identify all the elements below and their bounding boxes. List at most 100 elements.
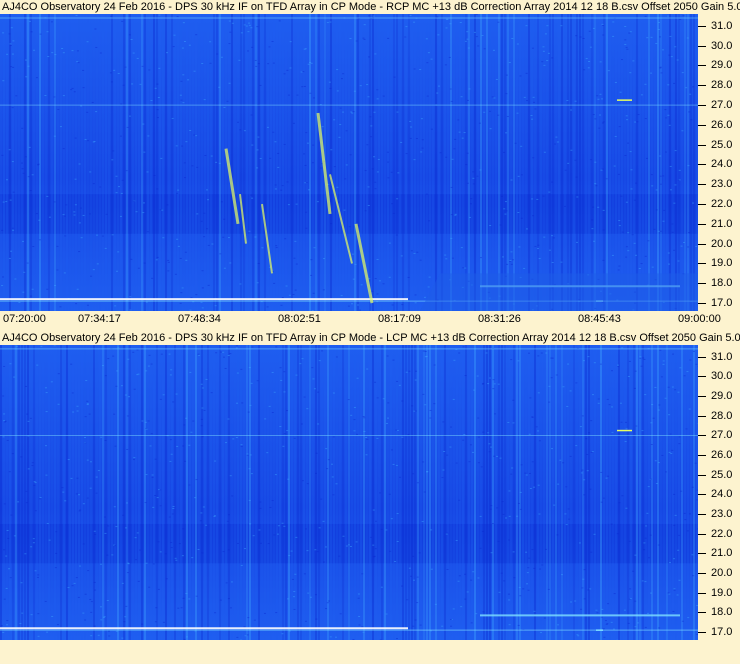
noise-speckle — [2, 201, 5, 203]
x-tick-label: 07:48:34 — [178, 313, 221, 325]
noise-speckle — [588, 30, 591, 32]
noise-speckle — [78, 494, 81, 496]
noise-speckle — [20, 582, 23, 584]
noise-speckle — [89, 598, 92, 600]
noise-speckle — [175, 559, 178, 561]
noise-speckle — [71, 87, 74, 89]
noise-column — [345, 345, 347, 640]
noise-speckle — [493, 49, 496, 51]
noise-column — [402, 14, 404, 311]
noise-speckle — [395, 234, 398, 236]
noise-speckle — [621, 495, 624, 497]
noise-speckle — [335, 356, 338, 358]
noise-speckle — [84, 437, 87, 439]
noise-speckle — [151, 277, 154, 279]
noise-column — [171, 345, 173, 640]
noise-speckle — [524, 472, 527, 474]
noise-speckle — [413, 252, 416, 254]
noise-speckle — [445, 258, 448, 260]
noise-speckle — [312, 378, 315, 380]
noise-column — [639, 14, 641, 311]
noise-speckle — [559, 459, 562, 461]
noise-speckle — [104, 247, 107, 249]
noise-speckle — [375, 520, 378, 522]
noise-speckle — [254, 236, 257, 238]
noise-column — [78, 345, 80, 640]
noise-speckle — [295, 374, 298, 376]
noise-speckle — [370, 125, 373, 127]
noise-speckle — [454, 213, 457, 215]
noise-column — [330, 345, 332, 640]
noise-column — [534, 345, 536, 640]
noise-speckle — [430, 529, 433, 531]
noise-speckle — [455, 539, 458, 541]
noise-column — [162, 14, 164, 311]
noise-speckle — [409, 14, 412, 16]
noise-speckle — [86, 400, 89, 402]
noise-speckle — [147, 365, 150, 367]
noise-column — [675, 14, 677, 311]
noise-speckle — [5, 179, 8, 181]
noise-speckle — [164, 553, 167, 555]
noise-speckle — [267, 543, 270, 545]
noise-speckle — [377, 158, 380, 160]
noise-speckle — [121, 179, 124, 181]
noise-speckle — [258, 529, 261, 531]
noise-column — [423, 14, 425, 311]
noise-speckle — [170, 369, 173, 371]
noise-speckle — [229, 607, 232, 609]
noise-speckle — [597, 398, 600, 400]
noise-speckle — [619, 91, 622, 93]
noise-column — [102, 345, 104, 640]
noise-column — [27, 14, 29, 311]
noise-speckle — [327, 600, 330, 602]
noise-speckle — [181, 287, 184, 289]
noise-speckle — [442, 421, 445, 423]
noise-speckle — [497, 21, 500, 23]
noise-speckle — [65, 204, 68, 206]
noise-speckle — [307, 189, 310, 191]
noise-column — [102, 14, 104, 311]
noise-speckle — [51, 615, 54, 617]
noise-speckle — [132, 200, 135, 202]
noise-column — [180, 345, 182, 640]
noise-speckle — [169, 374, 172, 376]
noise-speckle — [180, 607, 183, 609]
noise-speckle — [294, 573, 297, 575]
noise-column — [633, 345, 635, 640]
noise-speckle — [222, 551, 225, 553]
x-tick-label: 08:45:43 — [578, 313, 621, 325]
noise-speckle — [120, 385, 123, 387]
noise-speckle — [99, 563, 102, 565]
noise-speckle — [472, 177, 475, 179]
noise-speckle — [641, 430, 644, 432]
noise-speckle — [499, 224, 502, 226]
noise-speckle — [118, 186, 121, 188]
noise-speckle — [332, 436, 335, 438]
noise-column — [570, 345, 572, 640]
noise-speckle — [612, 35, 615, 37]
noise-column — [234, 345, 236, 640]
noise-speckle — [176, 16, 179, 18]
noise-speckle — [646, 37, 649, 39]
noise-speckle — [159, 398, 162, 400]
noise-speckle — [197, 353, 200, 355]
noise-speckle — [421, 521, 424, 523]
noise-column — [3, 345, 5, 640]
noise-speckle — [538, 440, 541, 442]
noise-speckle — [280, 379, 283, 381]
noise-speckle — [684, 519, 687, 521]
noise-speckle — [54, 54, 57, 56]
noise-speckle — [493, 455, 496, 457]
noise-column — [372, 345, 374, 640]
noise-column — [21, 14, 23, 311]
noise-speckle — [682, 15, 685, 17]
noise-speckle — [526, 583, 529, 585]
noise-speckle — [637, 114, 640, 116]
noise-speckle — [466, 152, 469, 154]
noise-speckle — [688, 111, 691, 113]
noise-speckle — [249, 523, 252, 525]
noise-speckle — [560, 574, 563, 576]
noise-column — [672, 14, 674, 311]
noise-speckle — [175, 145, 178, 147]
